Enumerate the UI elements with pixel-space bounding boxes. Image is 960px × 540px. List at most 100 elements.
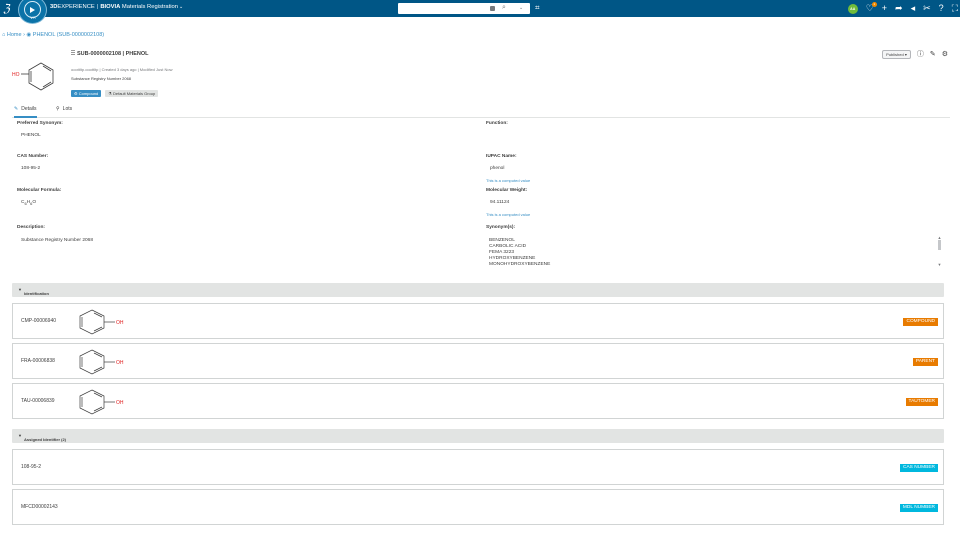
tools-icon[interactable]: ✂ [923, 3, 931, 14]
group-chip-label: Default Materials Group [112, 91, 156, 96]
scroll-down-icon[interactable]: ▼ [937, 262, 942, 267]
drag-handle-icon[interactable] [71, 50, 75, 56]
iupac-computed-note: This is a computed value [486, 178, 531, 183]
breadcrumb-separator: › [23, 32, 25, 38]
list-item: MONOHYDROXYBENZENE [489, 262, 551, 267]
formula-o: O [32, 200, 37, 205]
structure-image[interactable]: HO [7, 53, 62, 98]
breadcrumb: ⌂ Home › ◉ PHENOL (SUB-0000002108) [2, 32, 104, 38]
synonyms-label: Synonym(s): [486, 225, 516, 230]
send-icon[interactable]: ◂ [911, 3, 916, 14]
assigned-section-title: ▼ Assigned Identifier (2) [18, 433, 67, 442]
identification-section-title-text: Identification [24, 291, 49, 296]
app-name: Materials Registration [121, 4, 178, 10]
clear-search-icon[interactable] [490, 6, 495, 11]
page-title-text: SUB-0000002108 | PHENOL [77, 51, 149, 57]
registry-number: Substance Registry Number 2068 [71, 76, 132, 81]
settings-icon[interactable]: ⚙ [942, 50, 948, 58]
tautomer-badge: TAUTOMER [905, 398, 938, 406]
help-icon[interactable]: ? [939, 3, 944, 14]
group-chip[interactable]: ⚗ Default Materials Group [105, 90, 159, 97]
compass-icon[interactable]: V.R [18, 0, 47, 24]
card-id: FRA-00006838 [21, 358, 55, 364]
phenol-structure: HO [12, 62, 54, 91]
description-label: Description: [17, 225, 45, 230]
add-icon[interactable]: + [882, 3, 887, 14]
atom-label: OH [116, 400, 124, 406]
identification-section-header[interactable]: ▼ Identification [12, 283, 944, 297]
cas-number-badge: CAS NUMBER [900, 464, 938, 472]
molecule-structure-icon: OH [79, 309, 124, 335]
molecular-formula-value: C6H6O [21, 200, 36, 206]
edit-icon[interactable]: ✎ [930, 50, 936, 58]
brand-separator: | [96, 4, 99, 10]
info-icon[interactable]: ⓘ [917, 49, 924, 59]
eye-icon: ◉ [26, 32, 32, 38]
breadcrumb-current[interactable]: PHENOL (SUB-0000002108) [33, 32, 104, 38]
page-title: SUB-0000002108 | PHENOL [71, 50, 149, 57]
app-brand[interactable]: 3DEXPERIENCE | BIOVIA Materials Registrati… [50, 4, 183, 10]
assigned-identifier-section-header[interactable]: ▼ Assigned Identifier (2) [12, 429, 944, 443]
atom-label: OH [116, 360, 124, 366]
atom-label: OH [116, 320, 124, 326]
compound-badge: COMPOUND [903, 318, 938, 326]
assigned-card-cas[interactable]: 108-95-2 CAS NUMBER [12, 449, 944, 485]
notifications-icon[interactable]: ♡ 1 [866, 2, 877, 14]
identification-card-parent[interactable]: FRA-00006838 OH PARENT [12, 343, 944, 379]
preferred-synonym-label: Preferred Synonym: [17, 121, 63, 126]
share-icon[interactable]: ➦ [895, 3, 903, 14]
function-label: Function: [486, 121, 508, 126]
synonyms-list[interactable]: BENZENOL CARBOLIC ACID FEMA 3223 HYDROXY… [489, 238, 933, 271]
preferred-synonym-value: PHENOL [21, 133, 41, 138]
tab-details[interactable]: ✎ Details [14, 106, 37, 118]
scroll-thumb[interactable] [938, 240, 941, 250]
compass-play-icon [30, 7, 35, 13]
molecule-structure-icon: OH [79, 389, 124, 415]
chevron-down-icon: ⌄ [178, 4, 184, 10]
assigned-card-mdl[interactable]: MFCD00002143 MDL NUMBER [12, 489, 944, 525]
fullscreen-icon[interactable]: ⛶ [952, 3, 958, 14]
breadcrumb-home[interactable]: Home [7, 32, 22, 38]
top-bar: ℨ V.R 3DEXPERIENCE | BIOVIA Materials Regi… [0, 0, 960, 24]
molecular-weight-value: 94.11124 [490, 200, 510, 205]
chips-row: ⚙ Compound ⚗ Default Materials Group [71, 90, 159, 97]
search-input[interactable]: ⌕ ⌄ [398, 3, 530, 14]
avatar[interactable]: AA [847, 3, 858, 14]
lots-icon: ⚲ [56, 106, 60, 112]
card-id: CMP-00006940 [21, 318, 57, 324]
cas-number-label: CAS Number: [17, 154, 49, 159]
mdl-number-badge: MDL NUMBER [899, 504, 938, 512]
notification-badge: 1 [871, 2, 877, 7]
home-icon[interactable]: ⌂ [2, 32, 5, 38]
tab-lots[interactable]: ⚲ Lots [56, 106, 72, 112]
tag-icon[interactable]: ⌗ [535, 3, 540, 13]
molecule-structure-icon: OH [79, 349, 124, 375]
search-options-chevron-icon[interactable]: ⌄ [519, 5, 523, 11]
description-value: Substance Registry Number 2068 [21, 238, 93, 243]
status-dropdown[interactable]: Published ▾ [882, 49, 911, 59]
molecular-weight-label: Molecular Weight: [486, 188, 528, 193]
top-right-toolbar: AA ♡ 1 + ➦ ◂ ✂ ? ⛶ [847, 2, 958, 15]
record-meta: ooottltp.ooottltp | Created 3 days ago |… [71, 67, 173, 72]
identification-card-tautomer[interactable]: TAU-00006839 OH TAUTOMER [12, 383, 944, 419]
compound-chip[interactable]: ⚙ Compound [71, 90, 102, 97]
compound-chip-label: Compound [78, 91, 99, 96]
synonyms-scrollbar[interactable]: ▲ ▼ [937, 235, 942, 271]
tab-details-label: Details [21, 106, 37, 112]
cas-number-value: 108-95-2 [21, 166, 41, 171]
compass-label: V.R [30, 16, 36, 20]
parent-badge: PARENT [912, 358, 938, 366]
search-icon[interactable]: ⌕ [502, 4, 506, 12]
dassault-logo-icon[interactable]: ℨ [3, 2, 17, 15]
card-id: TAU-00006839 [21, 398, 55, 404]
brand-company: BIOVIA [100, 4, 121, 10]
iupac-name-label: IUPAC Name: [486, 154, 517, 159]
tab-lots-label: Lots [62, 106, 73, 112]
iupac-name-value: phenol [490, 166, 505, 171]
weight-computed-note: This is a computed value [486, 212, 531, 217]
structure-atom-label: HO [12, 72, 20, 78]
identification-card-compound[interactable]: CMP-00006940 OH COMPOUND [12, 303, 944, 339]
molecular-formula-label: Molecular Formula: [17, 188, 62, 193]
brand-experience: EXPERIENCE [57, 4, 95, 10]
card-id: 108-95-2 [21, 464, 42, 470]
